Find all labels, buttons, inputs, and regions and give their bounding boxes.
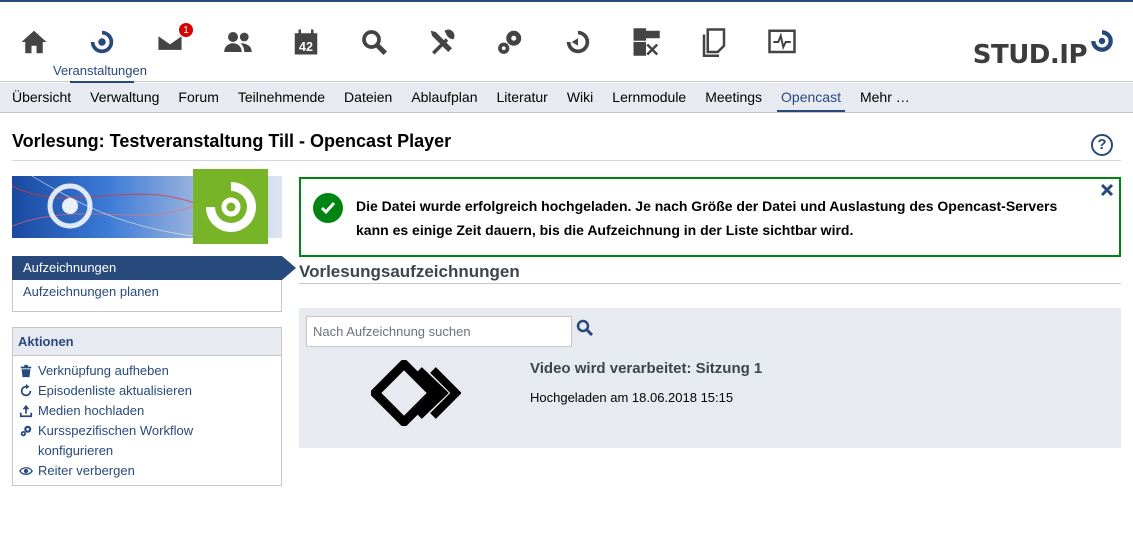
action-configure-workflow-continued[interactable]: konfigurieren	[13, 441, 281, 461]
trash-icon	[18, 361, 34, 381]
processing-video-icon	[368, 357, 462, 429]
action-label: Episodenliste aktualisieren	[38, 383, 192, 398]
tab-literatur[interactable]: Literatur	[496, 83, 547, 112]
recording-title: Video wird verarbeitet: Sitzung 1	[530, 360, 763, 377]
tab-verwaltung[interactable]: Verwaltung	[90, 83, 159, 112]
action-hide-tab[interactable]: Reiter verbergen	[13, 461, 281, 481]
tab-wiki[interactable]: Wiki	[567, 83, 593, 112]
tab-dateien[interactable]: Dateien	[344, 83, 392, 112]
home-icon[interactable]	[16, 24, 52, 60]
tab-meetings[interactable]: Meetings	[705, 83, 762, 112]
tab-lernmodule[interactable]: Lernmodule	[612, 83, 686, 112]
studip-logo[interactable]: STUD.IP	[973, 28, 1115, 68]
section-title: Vorlesungsaufzeichnungen	[299, 262, 520, 281]
action-label: Reiter verbergen	[38, 463, 135, 478]
actions-widget: Aktionen Verknüpfung aufheben Episodenli…	[12, 327, 282, 486]
help-icon[interactable]: ?	[1091, 134, 1113, 156]
tools-icon[interactable]	[424, 24, 460, 60]
course-tabs: Übersicht Verwaltung Forum Teilnehmende …	[0, 83, 1133, 113]
message-text: Die Datei wurde erfolgreich hochgeladen.…	[356, 198, 1058, 238]
refresh-icon	[18, 381, 34, 401]
close-icon[interactable]	[1099, 182, 1115, 198]
action-label: konfigurieren	[38, 443, 114, 458]
action-upload-media[interactable]: Medien hochladen	[13, 401, 281, 421]
sidebar-item-aufzeichnungen[interactable]: Aufzeichnungen	[12, 256, 296, 280]
search-icon[interactable]	[356, 24, 392, 60]
monitor-icon[interactable]	[764, 24, 800, 60]
tab-uebersicht[interactable]: Übersicht	[12, 83, 71, 112]
checkmark-icon	[313, 193, 343, 223]
files-icon[interactable]	[696, 24, 732, 60]
tab-ablaufplan[interactable]: Ablaufplan	[411, 83, 477, 112]
courses-icon[interactable]	[84, 24, 120, 60]
top-navigation: 1 42 Veranstaltungen STUD.IP	[0, 0, 1133, 83]
eye-icon	[18, 461, 34, 481]
success-message: Die Datei wurde erfolgreich hochgeladen.…	[299, 177, 1121, 257]
evaluation-icon[interactable]	[628, 24, 664, 60]
calendar-day: 42	[299, 40, 313, 54]
logo-swirl-icon	[1091, 30, 1113, 52]
calendar-icon[interactable]: 42	[288, 24, 324, 60]
action-label: Kursspezifischen Workflow	[38, 423, 194, 438]
action-label: Medien hochladen	[38, 403, 145, 418]
action-label: Verknüpfung aufheben	[38, 363, 169, 378]
community-icon[interactable]	[220, 24, 256, 60]
nav-label-courses[interactable]: Veranstaltungen	[53, 63, 147, 78]
section-divider	[299, 283, 1121, 284]
recordings-panel: Video wird verarbeitet: Sitzung 1 Hochge…	[299, 308, 1121, 448]
action-unlink[interactable]: Verknüpfung aufheben	[13, 361, 281, 381]
sidebar-item-aufzeichnungen-planen[interactable]: Aufzeichnungen planen	[13, 280, 281, 304]
page-title: Vorlesung: Testveranstaltung Till - Open…	[12, 131, 452, 151]
recording-date: Hochgeladen am 18.06.2018 15:15	[530, 390, 734, 405]
action-configure-workflow[interactable]: Kursspezifischen Workflow	[13, 421, 281, 441]
admin-icon[interactable]	[492, 24, 528, 60]
sidebar-navigation: Aufzeichnungen Aufzeichnungen planen	[12, 256, 296, 312]
actions-heading: Aktionen	[13, 328, 281, 356]
tab-opencast[interactable]: Opencast	[777, 83, 845, 112]
tab-mehr[interactable]: Mehr …	[860, 83, 910, 112]
search-input[interactable]	[306, 316, 572, 347]
tab-forum[interactable]: Forum	[178, 83, 218, 112]
opencast-logo	[193, 169, 268, 244]
action-refresh-episodes[interactable]: Episodenliste aktualisieren	[13, 381, 281, 401]
workflow-icon	[18, 421, 34, 441]
unread-badge: 1	[178, 22, 194, 38]
studip-icon[interactable]	[560, 24, 596, 60]
title-divider	[12, 160, 1121, 161]
logo-text: STUD.IP	[972, 40, 1088, 70]
tab-teilnehmende[interactable]: Teilnehmende	[238, 83, 325, 112]
upload-icon	[18, 401, 34, 421]
search-icon[interactable]	[575, 318, 595, 338]
mail-icon[interactable]: 1	[152, 22, 194, 60]
